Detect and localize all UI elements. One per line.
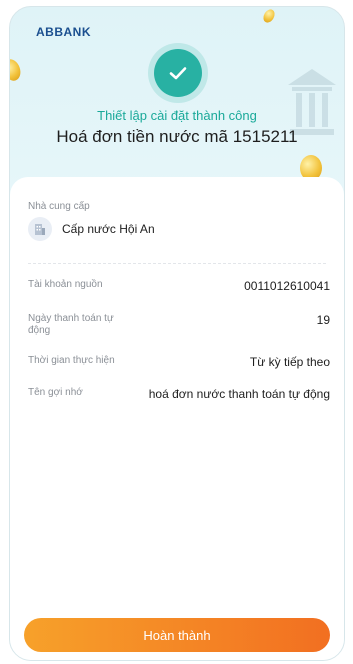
provider-name: Cấp nước Hội An <box>62 222 155 236</box>
coin-decoration-top-right <box>261 7 277 25</box>
detail-label: Thời gian thực hiện <box>28 355 115 366</box>
detail-card: Nhà cung cấp Cấp nước Hội An Tài khoản n… <box>10 177 344 660</box>
success-check-badge <box>154 49 202 97</box>
detail-label: Ngày thanh toán tự động <box>28 313 114 336</box>
detail-row-source-account: Tài khoản nguồn 0011012610041 <box>28 279 330 293</box>
detail-value: 0011012610041 <box>244 279 330 293</box>
check-icon <box>169 67 187 80</box>
detail-label: Tài khoản nguồn <box>28 279 103 290</box>
screen: ABBANK Thiết lập cài đặt thành công Hoá … <box>9 6 345 661</box>
done-button[interactable]: Hoàn thành <box>24 618 330 652</box>
building-icon <box>28 217 52 241</box>
detail-row-auto-pay-day: Ngày thanh toán tự động 19 <box>28 313 330 337</box>
success-status-text: Thiết lập cài đặt thành công <box>97 108 257 123</box>
abbank-logo: ABBANK <box>36 25 91 39</box>
provider-label: Nhà cung cấp <box>28 201 90 212</box>
detail-label: Tên gợi nhớ <box>28 387 83 398</box>
section-divider <box>28 263 326 264</box>
detail-value: 19 <box>316 313 330 327</box>
detail-row-execution-time: Thời gian thực hiện Từ kỳ tiếp theo <box>28 355 330 369</box>
detail-value: hoá đơn nước thanh toán tự động <box>148 387 330 401</box>
coin-decoration-left <box>10 56 24 84</box>
provider-row: Cấp nước Hội An <box>28 217 155 241</box>
detail-value: Từ kỳ tiếp theo <box>249 355 330 369</box>
bill-title: Hoá đơn tiền nước mã 1515211 <box>56 127 298 146</box>
detail-row-nickname: Tên gợi nhớ hoá đơn nước thanh toán tự đ… <box>28 387 330 401</box>
